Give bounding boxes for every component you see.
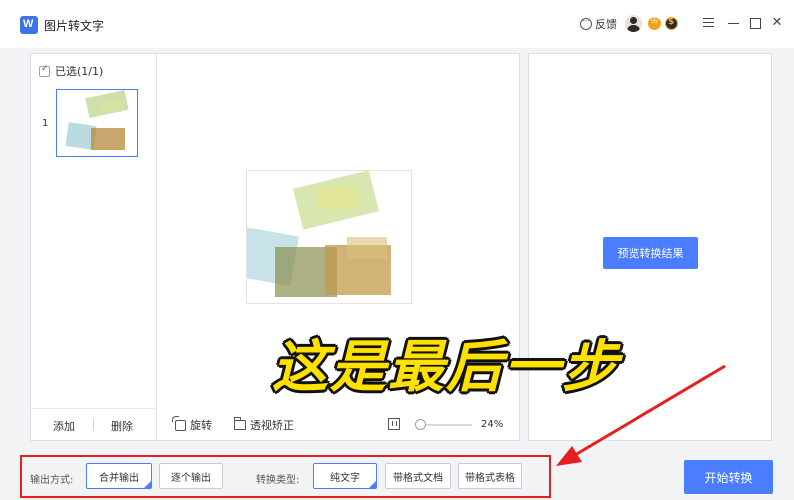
app-title: 图片转文字 bbox=[44, 19, 105, 33]
separate-output-button[interactable]: 逐个输出 bbox=[159, 463, 223, 489]
thumbnail-image[interactable] bbox=[56, 89, 138, 157]
avatar[interactable] bbox=[625, 15, 642, 32]
divider bbox=[93, 419, 94, 431]
select-all-checkbox[interactable]: 已选(1/1) bbox=[39, 63, 103, 79]
start-convert-button[interactable]: 开始转换 bbox=[684, 460, 773, 494]
thumbnail-artwork bbox=[65, 90, 129, 150]
preview-image bbox=[231, 170, 412, 304]
menu-icon[interactable] bbox=[700, 14, 718, 32]
close-icon[interactable]: ✕ bbox=[768, 14, 786, 32]
merge-output-button[interactable]: 合并输出 bbox=[86, 463, 152, 489]
preview-result-button[interactable]: 预览转换结果 bbox=[603, 237, 698, 269]
checkbox-icon bbox=[39, 64, 50, 77]
feedback-label: 反馈 bbox=[595, 18, 617, 31]
plain-text-button[interactable]: 纯文字 bbox=[313, 463, 377, 489]
delete-button[interactable]: 删除 bbox=[111, 418, 133, 434]
rotate-icon bbox=[172, 415, 186, 431]
preview-toolbar: 旋转 透视矫正 24% bbox=[158, 408, 519, 440]
rotate-label: 旋转 bbox=[190, 419, 212, 432]
select-all-label: 已选(1/1) bbox=[55, 65, 104, 78]
minimize-icon[interactable] bbox=[725, 14, 743, 32]
thumbnail-footer: 添加 删除 bbox=[31, 408, 155, 440]
rotate-button[interactable]: 旋转 bbox=[172, 415, 212, 433]
feedback-icon bbox=[580, 14, 592, 30]
convert-type-label: 转换类型: bbox=[256, 475, 300, 486]
feedback-button[interactable]: 反馈 bbox=[580, 14, 617, 32]
formatted-table-button[interactable]: 带格式表格 bbox=[458, 463, 522, 489]
options-bar: 输出方式: 合并输出 逐个输出 转换类型: 纯文字 带格式文档 带格式表格 开始… bbox=[0, 448, 794, 500]
perspective-icon bbox=[234, 417, 246, 430]
output-mode-label: 输出方式: bbox=[30, 475, 74, 486]
thumbnail-list: 已选(1/1) 1 添加 删除 bbox=[31, 54, 157, 440]
thumbnail-index: 1 bbox=[42, 118, 49, 129]
add-button[interactable]: 添加 bbox=[53, 418, 75, 434]
preview-artwork bbox=[231, 170, 391, 297]
zoom-slider-handle[interactable] bbox=[415, 419, 426, 430]
perspective-correction-button[interactable]: 透视矫正 bbox=[234, 417, 294, 433]
title-bar: 图片转文字 反馈 ✕ bbox=[0, 0, 794, 48]
zoom-level: 24% bbox=[481, 419, 504, 430]
coin-icon[interactable] bbox=[665, 17, 678, 30]
tutorial-caption: 这是最后一步 bbox=[272, 335, 620, 400]
maximize-icon[interactable] bbox=[746, 14, 764, 32]
fit-screen-icon[interactable] bbox=[388, 418, 400, 430]
vip-crown-icon[interactable] bbox=[648, 15, 661, 30]
formatted-document-button[interactable]: 带格式文档 bbox=[385, 463, 451, 489]
app-logo-icon bbox=[20, 16, 38, 34]
perspective-label: 透视矫正 bbox=[250, 419, 294, 432]
